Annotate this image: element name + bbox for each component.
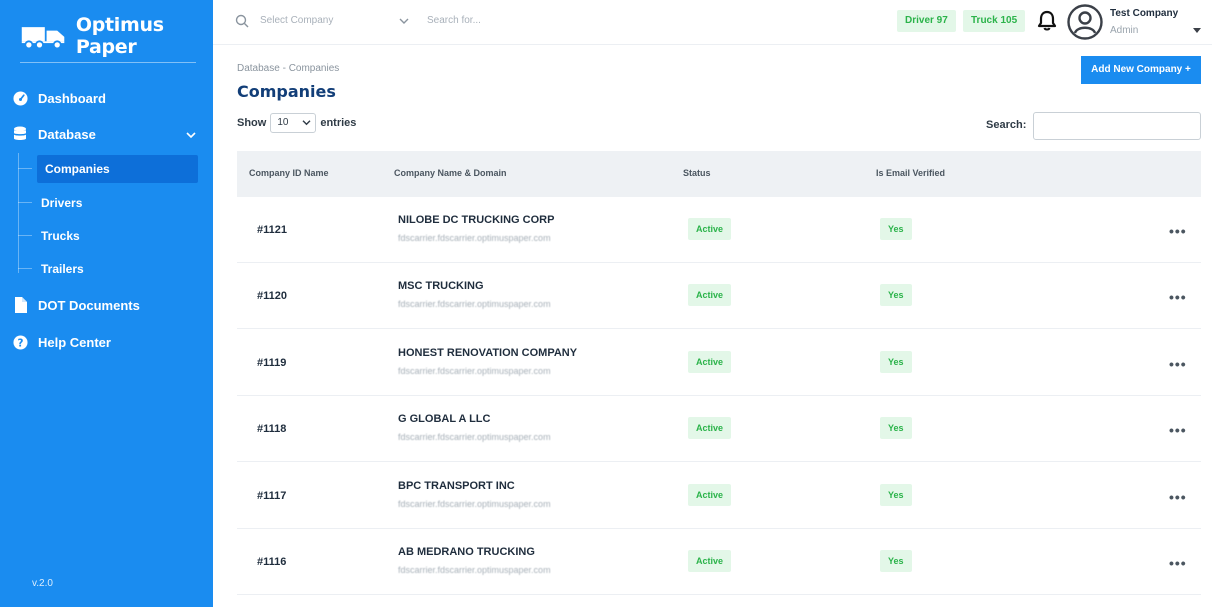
- table-row[interactable]: #1119 HONEST RENOVATION COMPANY fdscarrier…: [237, 330, 1201, 396]
- more-options-icon[interactable]: •••: [1169, 289, 1187, 305]
- top-header: Select Company Search for... Driver 97 T…: [213, 0, 1212, 45]
- more-options-icon[interactable]: •••: [1169, 422, 1187, 438]
- company-name[interactable]: NILOBE DC TRUCKING CORP: [398, 214, 554, 226]
- company-domain: fdscarrier.fdscarrier.optimuspaper.com: [398, 365, 551, 376]
- caret-down-icon[interactable]: [1193, 28, 1201, 34]
- email-verified-badge: Yes: [880, 483, 912, 506]
- submenu-tree-line: [18, 153, 19, 273]
- user-name[interactable]: Test Company: [1110, 8, 1178, 19]
- table-row[interactable]: #1117 BPC TRANSPORT INC fdscarrier.fdscarr…: [237, 463, 1201, 529]
- company-id: #1117: [257, 489, 287, 502]
- tree-branch: [18, 202, 32, 203]
- sidebar-item-dot-documents[interactable]: DOT Documents: [12, 297, 140, 313]
- sidebar-subitem-trucks[interactable]: Trucks: [41, 229, 80, 243]
- user-role: Admin: [1110, 25, 1139, 36]
- status-badge: Active: [688, 218, 732, 240]
- table-search-label: Search:: [986, 119, 1027, 131]
- more-options-icon[interactable]: •••: [1169, 223, 1187, 239]
- company-id: #1121: [257, 224, 287, 236]
- company-domain: fdscarrier.fdscarrier.optimuspaper.com: [398, 299, 551, 310]
- company-id: #1120: [257, 290, 287, 303]
- table-row[interactable]: #1118 G GLOBAL A LLC fdscarrier.fdscarrier…: [237, 396, 1201, 463]
- table-row[interactable]: #1121 NILOBE DC TRUCKING CORP fdscarrier.f…: [237, 197, 1201, 263]
- bell-icon[interactable]: [1037, 10, 1057, 32]
- help-icon: ?: [12, 334, 28, 350]
- entries-value: 10: [277, 117, 289, 128]
- driver-count-badge[interactable]: Driver 97: [897, 10, 956, 32]
- company-domain: fdscarrier.fdscarrier.optimuspaper.com: [398, 498, 551, 509]
- truck-logo-icon: [21, 27, 65, 50]
- status-badge: Active: [688, 350, 732, 373]
- column-header-email-verified[interactable]: Is Email Verified: [876, 168, 945, 178]
- email-verified-badge: Yes: [880, 550, 912, 572]
- email-verified-badge: Yes: [880, 218, 912, 240]
- column-header-name[interactable]: Company Name & Domain: [394, 168, 507, 178]
- company-select[interactable]: Select Company: [260, 15, 333, 26]
- table-row[interactable]: #1116 AB MEDRANO TRUCKING fdscarrier.fdsca…: [237, 529, 1201, 595]
- app-version: v.2.0: [32, 578, 53, 589]
- tree-branch: [18, 168, 32, 169]
- sidebar-item-database[interactable]: Database: [12, 126, 96, 142]
- company-id: #1116: [257, 556, 287, 568]
- column-header-id[interactable]: Company ID Name: [249, 168, 329, 178]
- company-id: #1119: [257, 356, 287, 369]
- global-search-input[interactable]: Search for...: [427, 15, 481, 26]
- breadcrumb: Database - Companies: [237, 63, 340, 74]
- dashboard-icon: [12, 90, 28, 106]
- page-title: Companies: [237, 82, 336, 101]
- entries-label: entries: [320, 117, 357, 129]
- company-name[interactable]: HONEST RENOVATION COMPANY: [398, 347, 577, 359]
- tree-branch: [18, 235, 32, 236]
- avatar-icon[interactable]: [1067, 4, 1103, 40]
- add-company-button[interactable]: Add New Company +: [1081, 56, 1201, 84]
- table-header: Company ID Name Company Name & Domain St…: [237, 151, 1201, 197]
- sidebar-item-dashboard[interactable]: Dashboard: [12, 90, 106, 106]
- company-domain: fdscarrier.fdscarrier.optimuspaper.com: [398, 233, 551, 243]
- brand-logo[interactable]: Optimus Paper: [20, 14, 213, 58]
- company-domain: fdscarrier.fdscarrier.optimuspaper.com: [398, 432, 551, 443]
- sidebar-item-label: Dashboard: [38, 90, 106, 106]
- search-icon: [235, 14, 249, 28]
- column-header-status[interactable]: Status: [683, 168, 711, 178]
- sidebar-item-label: Database: [38, 126, 96, 142]
- email-verified-badge: Yes: [880, 284, 912, 307]
- more-options-icon[interactable]: •••: [1169, 555, 1187, 571]
- company-name[interactable]: MSC TRUCKING: [398, 280, 484, 292]
- table-search-input[interactable]: [1033, 112, 1201, 140]
- company-name[interactable]: AB MEDRANO TRUCKING: [398, 546, 535, 558]
- show-label: Show: [237, 117, 267, 129]
- chevron-down-icon[interactable]: [399, 17, 409, 25]
- entries-select[interactable]: 10: [270, 113, 317, 133]
- sidebar-item-label: DOT Documents: [38, 297, 140, 313]
- sidebar-item-help-center[interactable]: ? Help Center: [12, 334, 111, 350]
- email-verified-badge: Yes: [880, 417, 912, 440]
- tree-branch: [18, 268, 32, 269]
- company-id: #1118: [257, 423, 287, 436]
- sidebar-item-label: Help Center: [38, 334, 111, 350]
- status-badge: Active: [688, 417, 732, 440]
- document-icon: [12, 297, 28, 313]
- entries-control: Show 10 entries: [237, 113, 356, 133]
- brand-divider: [20, 62, 196, 63]
- status-badge: Active: [688, 483, 732, 506]
- sidebar-subitem-drivers[interactable]: Drivers: [41, 196, 82, 210]
- chevron-down-icon: [302, 120, 311, 126]
- chevron-down-icon[interactable]: [186, 130, 196, 140]
- truck-count-badge[interactable]: Truck 105: [963, 10, 1026, 32]
- table-row[interactable]: #1120 MSC TRUCKING fdscarrier.fdscarrier.o…: [237, 263, 1201, 330]
- brand-name: Optimus Paper: [75, 14, 164, 58]
- sidebar-subitem-trailers[interactable]: Trailers: [41, 262, 84, 276]
- more-options-icon[interactable]: •••: [1169, 356, 1187, 372]
- sidebar: Optimus Paper Dashboard Database Compani…: [0, 0, 213, 607]
- status-badge: Active: [688, 284, 732, 307]
- email-verified-badge: Yes: [880, 350, 912, 373]
- company-name[interactable]: G GLOBAL A LLC: [398, 413, 490, 425]
- status-badge: Active: [688, 550, 732, 572]
- sidebar-subitem-companies[interactable]: Companies: [45, 162, 110, 176]
- company-domain: fdscarrier.fdscarrier.optimuspaper.com: [398, 565, 551, 575]
- svg-text:?: ?: [17, 337, 23, 349]
- more-options-icon[interactable]: •••: [1169, 489, 1187, 505]
- database-icon: [12, 126, 28, 142]
- company-name[interactable]: BPC TRANSPORT INC: [398, 480, 515, 492]
